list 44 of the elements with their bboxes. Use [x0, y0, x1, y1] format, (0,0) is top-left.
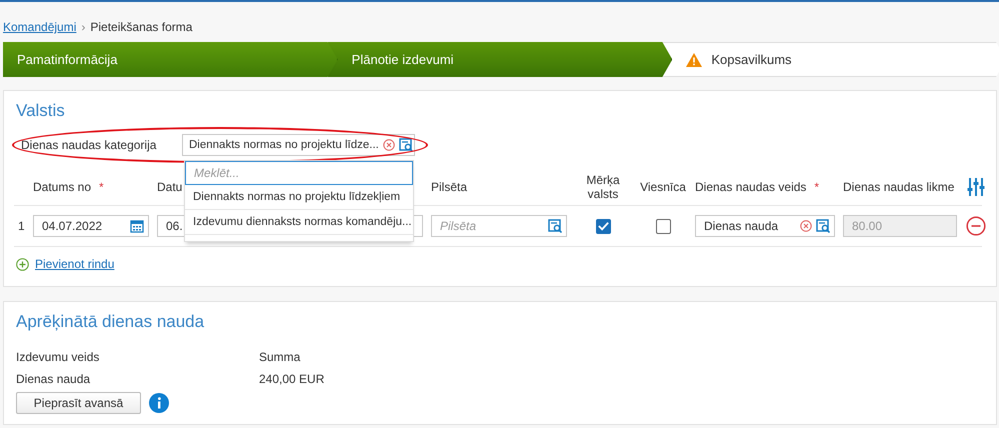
info-icon[interactable]: [149, 393, 169, 413]
rate-field: 80.00: [843, 215, 957, 237]
section-title: Aprēķinātā dienas nauda: [15, 311, 206, 333]
required-marker: *: [814, 180, 820, 194]
section-title: Valstis: [15, 100, 66, 122]
field-label: Dienas naudas kategorija: [20, 138, 158, 152]
table-cell-text: Dienas nauda: [16, 372, 92, 386]
lookup-icon[interactable]: [816, 219, 830, 233]
lookup-icon[interactable]: [548, 219, 562, 233]
add-row-link[interactable]: Pievienot rindu: [35, 257, 114, 271]
column-header: Dienas naudas veids: [695, 180, 806, 194]
column-header: Pilsēta: [431, 180, 468, 194]
clear-icon[interactable]: [382, 139, 395, 151]
column-header: Datu: [157, 180, 182, 194]
table-cell-text: 240,00 EUR: [259, 372, 326, 386]
remove-row-icon[interactable]: [966, 216, 986, 236]
checkbox[interactable]: [656, 218, 670, 234]
required-marker: *: [99, 180, 104, 194]
search-field[interactable]: Meklēt...: [185, 161, 413, 185]
add-icon[interactable]: [16, 258, 29, 270]
dropdown-option[interactable]: Izdevumu diennaksts normas komandēju...: [185, 210, 413, 235]
checkbox[interactable]: [596, 218, 610, 234]
clear-icon[interactable]: [800, 220, 812, 232]
lookup-icon[interactable]: [398, 138, 413, 152]
row-number: 1: [17, 219, 25, 233]
column-header: Mērķa valsts: [585, 173, 621, 201]
breadcrumb-separator: ›: [81, 20, 86, 34]
dropdown-option[interactable]: Diennakts normas no projektu līdzekļiem: [185, 185, 413, 210]
date-field[interactable]: 04.07.2022: [33, 215, 149, 237]
calendar-icon[interactable]: [130, 219, 144, 233]
column-settings-icon[interactable]: [966, 177, 986, 197]
allowance-type-select[interactable]: Dienas nauda: [695, 215, 835, 237]
column-header: Dienas naudas likme: [843, 180, 954, 194]
column-header: Datums no: [33, 180, 92, 194]
column-header: Summa: [259, 350, 302, 364]
warning-icon: [685, 52, 704, 68]
request-advance-button[interactable]: Pieprasīt avansā: [16, 392, 141, 414]
wizard-step[interactable]: Plānotie izdevumi: [328, 42, 672, 77]
wizard-step[interactable]: Pamatinformācija: [3, 42, 338, 77]
breadcrumb-current: Pieteikšanas forma: [90, 20, 192, 34]
category-select[interactable]: Diennakts normas no projektu līdze...: [182, 134, 415, 156]
column-header: Izdevumu veids: [16, 350, 100, 364]
column-header: Viesnīca: [640, 180, 686, 194]
breadcrumb-link[interactable]: Komandējumi: [3, 20, 76, 34]
